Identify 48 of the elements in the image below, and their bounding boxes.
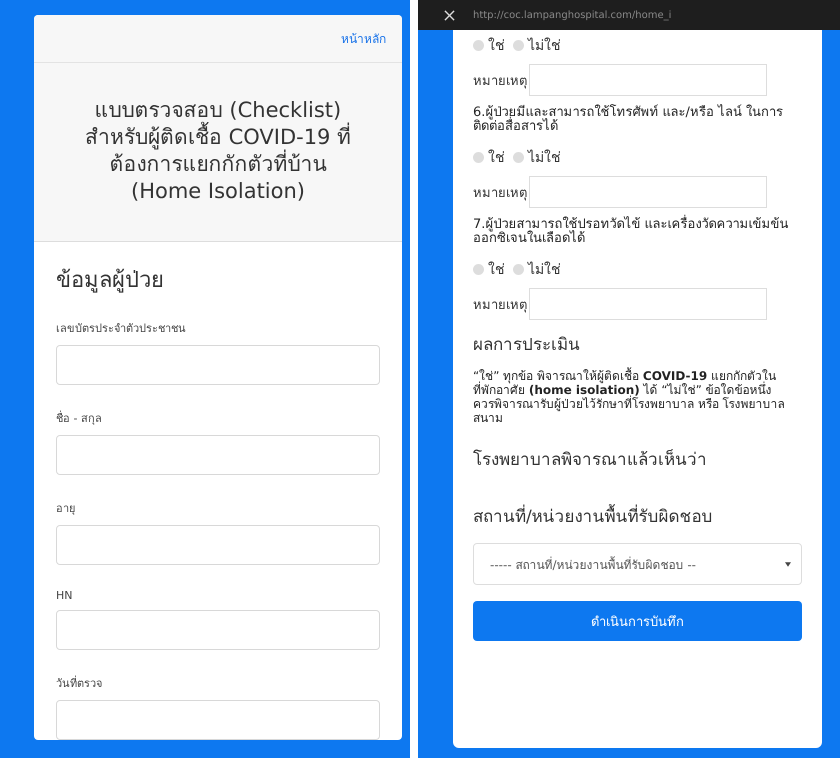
field-label: ชื่อ - สกุล [56, 410, 103, 427]
radio-icon[interactable] [473, 152, 484, 162]
option-label: ไม่ใช่ [528, 36, 561, 56]
radio-icon[interactable] [473, 40, 484, 50]
section-title: ข้อมูลผู้ป่วย [56, 267, 165, 295]
caret-icon [785, 562, 791, 566]
radio-option[interactable]: ใช่ [473, 258, 505, 280]
option-label: ใช่ [488, 260, 505, 280]
radio-icon[interactable] [513, 152, 524, 162]
area-title: สถานที่/หน่วยงานพื้นที่รับผิดชอบ [473, 502, 802, 529]
select-value: ----- สถานที่/หน่วยงานพื้นที่รับผิดชอบ -- [490, 555, 696, 574]
note-label: หมายเหตุ [473, 72, 527, 90]
note-field[interactable] [529, 176, 767, 208]
note-label: หมายเหตุ [473, 184, 527, 202]
radio-option[interactable]: ไม่ใช่ [513, 34, 561, 56]
close-icon[interactable] [444, 10, 455, 20]
radio-option[interactable]: ไม่ใช่ [513, 258, 561, 280]
input-field[interactable] [56, 345, 380, 385]
field-label: HN [56, 589, 74, 602]
field-label: เลขบัตรประจำตัวประชาชน [56, 321, 187, 337]
input-field[interactable] [56, 435, 380, 475]
radio-option[interactable]: ใช่ [473, 146, 505, 168]
page-title: แบบตรวจสอบ (Checklist) สำหรับผู้ติดเชื้อ COVID-19 ที่ต้องการแยกกักตัวที่บ้าน (Home Isolation) [34, 62, 402, 205]
input-field[interactable] [56, 610, 380, 650]
submit-button[interactable]: ดำเนินการบันทึก [473, 601, 802, 641]
home-link[interactable]: หน้าหลัก [341, 29, 386, 62]
note-field[interactable] [529, 288, 767, 320]
opinion-title: โรงพยาบาลพิจารณาแล้วเห็นว่า [473, 448, 708, 472]
radio-icon[interactable] [513, 264, 524, 274]
note-field[interactable] [529, 64, 767, 96]
question-text: 6.ผู้ป่วยมีและสามารถใช้โทรศัพท์ และ/หรือ ไลน์ ในการติดต่อสื่อสารได้ [473, 106, 784, 134]
input-field[interactable] [56, 525, 380, 565]
result-text: “ใช่” ทุกข้อ พิจารณาให้ผู้ติดเชื้อ COVID-19 แยกกักตัวในที่พักอาศัย (home isolation) ได้ “ไม่ใช่” ข้อใดข้อหนึ่ง ควรพิจารณารับผู้ป่วยไว้รักษาที่โรงพยาบาล หรือ โรงพยาบาลสนาม [473, 369, 786, 425]
option-label: ไม่ใช่ [528, 260, 561, 280]
field-label: วันที่ตรวจ [56, 674, 103, 692]
option-label: ใช่ [488, 36, 505, 56]
url-text: http://coc.lampanghospital.com/home_i [473, 10, 672, 20]
radio-icon[interactable] [473, 264, 484, 274]
radio-option[interactable]: ใช่ [473, 34, 505, 56]
radio-icon[interactable] [513, 40, 524, 50]
option-label: ไม่ใช่ [528, 148, 561, 168]
option-label: ใช่ [488, 148, 505, 168]
area-select[interactable]: ----- สถานที่/หน่วยงานพื้นที่รับผิดชอบ -- [473, 543, 802, 585]
note-label: หมายเหตุ [473, 296, 527, 314]
field-label: อายุ [56, 501, 76, 517]
result-title: ผลการประเมิน [473, 334, 581, 357]
input-field[interactable] [56, 700, 380, 740]
radio-option[interactable]: ไม่ใช่ [513, 146, 561, 168]
